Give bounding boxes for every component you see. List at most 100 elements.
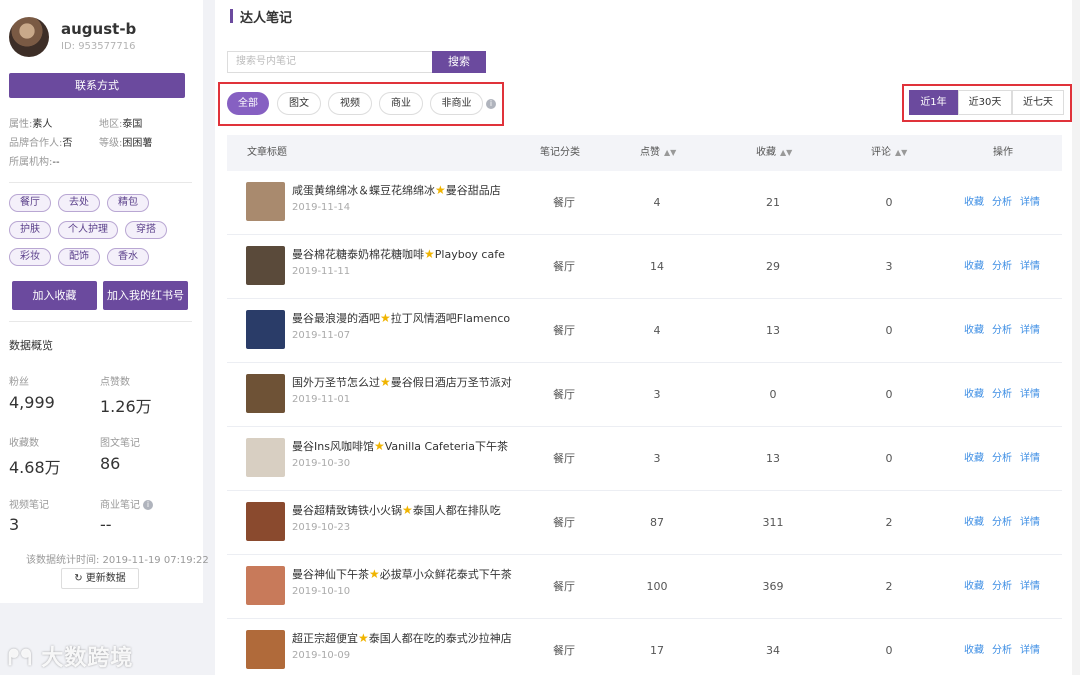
add-to-my-account-button[interactable]: 加入我的红书号 (103, 281, 188, 310)
refresh-icon: ↻ (74, 573, 86, 584)
note-likes: 87 (650, 516, 664, 529)
detail-link[interactable]: 详情 (1020, 453, 1040, 464)
search-button[interactable]: 搜索 (432, 51, 486, 73)
favorite-link[interactable]: 收藏 (964, 325, 984, 336)
row-actions: 收藏 分析 详情 (964, 491, 1048, 555)
note-title[interactable]: 曼谷超精致铸铁小火锅★泰国人都在排队吃 (292, 502, 501, 518)
scrollbar[interactable] (1072, 0, 1080, 675)
tag[interactable]: 护肤 (9, 221, 51, 239)
detail-link[interactable]: 详情 (1020, 517, 1040, 528)
attr-agency: 所属机构:-- (9, 157, 60, 168)
search-input[interactable]: 搜索号内笔记 (227, 51, 432, 73)
col-comments[interactable]: 评论 ▲▼ (871, 135, 907, 171)
note-thumbnail[interactable] (246, 182, 285, 221)
star-icon: ★ (369, 567, 380, 581)
star-icon: ★ (424, 247, 435, 261)
note-thumbnail[interactable] (246, 566, 285, 605)
analyze-link[interactable]: 分析 (992, 581, 1012, 592)
info-icon[interactable]: i (143, 500, 153, 510)
favorite-link[interactable]: 收藏 (964, 645, 984, 656)
note-thumbnail[interactable] (246, 310, 285, 349)
tag[interactable]: 餐厅 (9, 194, 51, 212)
star-icon: ★ (358, 631, 369, 645)
sort-icon[interactable]: ▲▼ (895, 135, 907, 171)
analyze-link[interactable]: 分析 (992, 645, 1012, 656)
info-icon[interactable]: i (486, 99, 496, 109)
detail-link[interactable]: 详情 (1020, 389, 1040, 400)
sort-icon[interactable]: ▲▼ (780, 135, 792, 171)
contact-button[interactable]: 联系方式 (9, 73, 185, 98)
stat-label: 粉丝 (9, 377, 29, 388)
note-thumbnail[interactable] (246, 246, 285, 285)
note-favorites: 0 (769, 388, 777, 401)
refresh-data-button[interactable]: ↻ 更新数据 (61, 568, 139, 589)
detail-link[interactable]: 详情 (1020, 261, 1040, 272)
col-likes[interactable]: 点赞 ▲▼ (640, 135, 676, 171)
sort-icon[interactable]: ▲▼ (664, 135, 676, 171)
note-date: 2019-11-11 (292, 266, 351, 277)
analyze-link[interactable]: 分析 (992, 389, 1012, 400)
note-title[interactable]: 曼谷Ins风咖啡馆★Vanilla Cafeteria下午茶 (292, 438, 508, 454)
row-actions: 收藏 分析 详情 (964, 555, 1048, 619)
analyze-link[interactable]: 分析 (992, 197, 1012, 208)
favorite-link[interactable]: 收藏 (964, 261, 984, 272)
tag[interactable]: 穿搭 (125, 221, 167, 239)
note-likes: 17 (650, 644, 664, 657)
note-thumbnail[interactable] (246, 438, 285, 477)
note-title[interactable]: 咸蛋黄绵绵冰＆蝶豆花绵绵冰★曼谷甜品店 (292, 182, 501, 198)
table-row: 曼谷最浪漫的酒吧★拉丁风情酒吧Flamenco 2019-11-07 餐厅 4 13 0 收… (227, 299, 1062, 363)
add-favorite-button[interactable]: 加入收藏 (12, 281, 97, 310)
row-actions: 收藏 分析 详情 (964, 363, 1048, 427)
favorite-link[interactable]: 收藏 (964, 517, 984, 528)
note-category: 餐厅 (553, 644, 575, 657)
time-range-7d[interactable]: 近七天 (1012, 90, 1064, 115)
analyze-link[interactable]: 分析 (992, 325, 1012, 336)
note-comments: 0 (885, 324, 893, 337)
note-favorites: 13 (766, 452, 780, 465)
note-date: 2019-11-07 (292, 330, 351, 341)
detail-link[interactable]: 详情 (1020, 197, 1040, 208)
detail-link[interactable]: 详情 (1020, 581, 1040, 592)
row-actions: 收藏 分析 详情 (964, 619, 1048, 675)
time-range-1y[interactable]: 近1年 (909, 90, 958, 115)
tag[interactable]: 去处 (58, 194, 100, 212)
time-range-30d[interactable]: 近30天 (958, 90, 1012, 115)
note-title[interactable]: 曼谷神仙下午茶★必拔草小众鲜花泰式下午茶 (292, 566, 512, 582)
note-title[interactable]: 曼谷棉花糖泰奶棉花糖咖啡★Playboy cafe (292, 246, 505, 262)
note-title[interactable]: 曼谷最浪漫的酒吧★拉丁风情酒吧Flamenco (292, 310, 510, 326)
table-row: 曼谷棉花糖泰奶棉花糖咖啡★Playboy cafe 2019-11-11 餐厅 14 2… (227, 235, 1062, 299)
favorite-link[interactable]: 收藏 (964, 197, 984, 208)
tag[interactable]: 个人护理 (58, 221, 118, 239)
filter-all[interactable]: 全部 (227, 92, 269, 115)
note-likes: 100 (646, 580, 668, 593)
filter-non-commercial[interactable]: 非商业 (430, 92, 483, 115)
note-favorites: 29 (766, 260, 780, 273)
tag[interactable]: 精包 (107, 194, 149, 212)
note-comments: 0 (885, 452, 893, 465)
analyze-link[interactable]: 分析 (992, 453, 1012, 464)
stat-value: 3 (9, 515, 20, 534)
tag[interactable]: 彩妆 (9, 248, 51, 266)
favorite-link[interactable]: 收藏 (964, 581, 984, 592)
detail-link[interactable]: 详情 (1020, 645, 1040, 656)
note-date: 2019-11-01 (292, 394, 351, 405)
table-row: 曼谷超精致铸铁小火锅★泰国人都在排队吃 2019-10-23 餐厅 87 311 2 收藏分… (227, 491, 1062, 555)
analyze-link[interactable]: 分析 (992, 261, 1012, 272)
analyze-link[interactable]: 分析 (992, 517, 1012, 528)
note-thumbnail[interactable] (246, 630, 285, 669)
filter-image-text[interactable]: 图文 (277, 92, 321, 115)
note-thumbnail[interactable] (246, 502, 285, 541)
favorite-link[interactable]: 收藏 (964, 389, 984, 400)
star-icon: ★ (435, 183, 446, 197)
col-favorites[interactable]: 收藏 ▲▼ (756, 135, 792, 171)
detail-link[interactable]: 详情 (1020, 325, 1040, 336)
star-icon: ★ (402, 503, 413, 517)
tag[interactable]: 配饰 (58, 248, 100, 266)
favorite-link[interactable]: 收藏 (964, 453, 984, 464)
note-thumbnail[interactable] (246, 374, 285, 413)
note-title[interactable]: 超正宗超便宜★泰国人都在吃的泰式沙拉神店 (292, 630, 512, 646)
note-title[interactable]: 国外万圣节怎么过★曼谷假日酒店万圣节派对 (292, 374, 512, 390)
filter-video[interactable]: 视频 (328, 92, 372, 115)
filter-commercial[interactable]: 商业 (379, 92, 423, 115)
tag[interactable]: 香水 (107, 248, 149, 266)
